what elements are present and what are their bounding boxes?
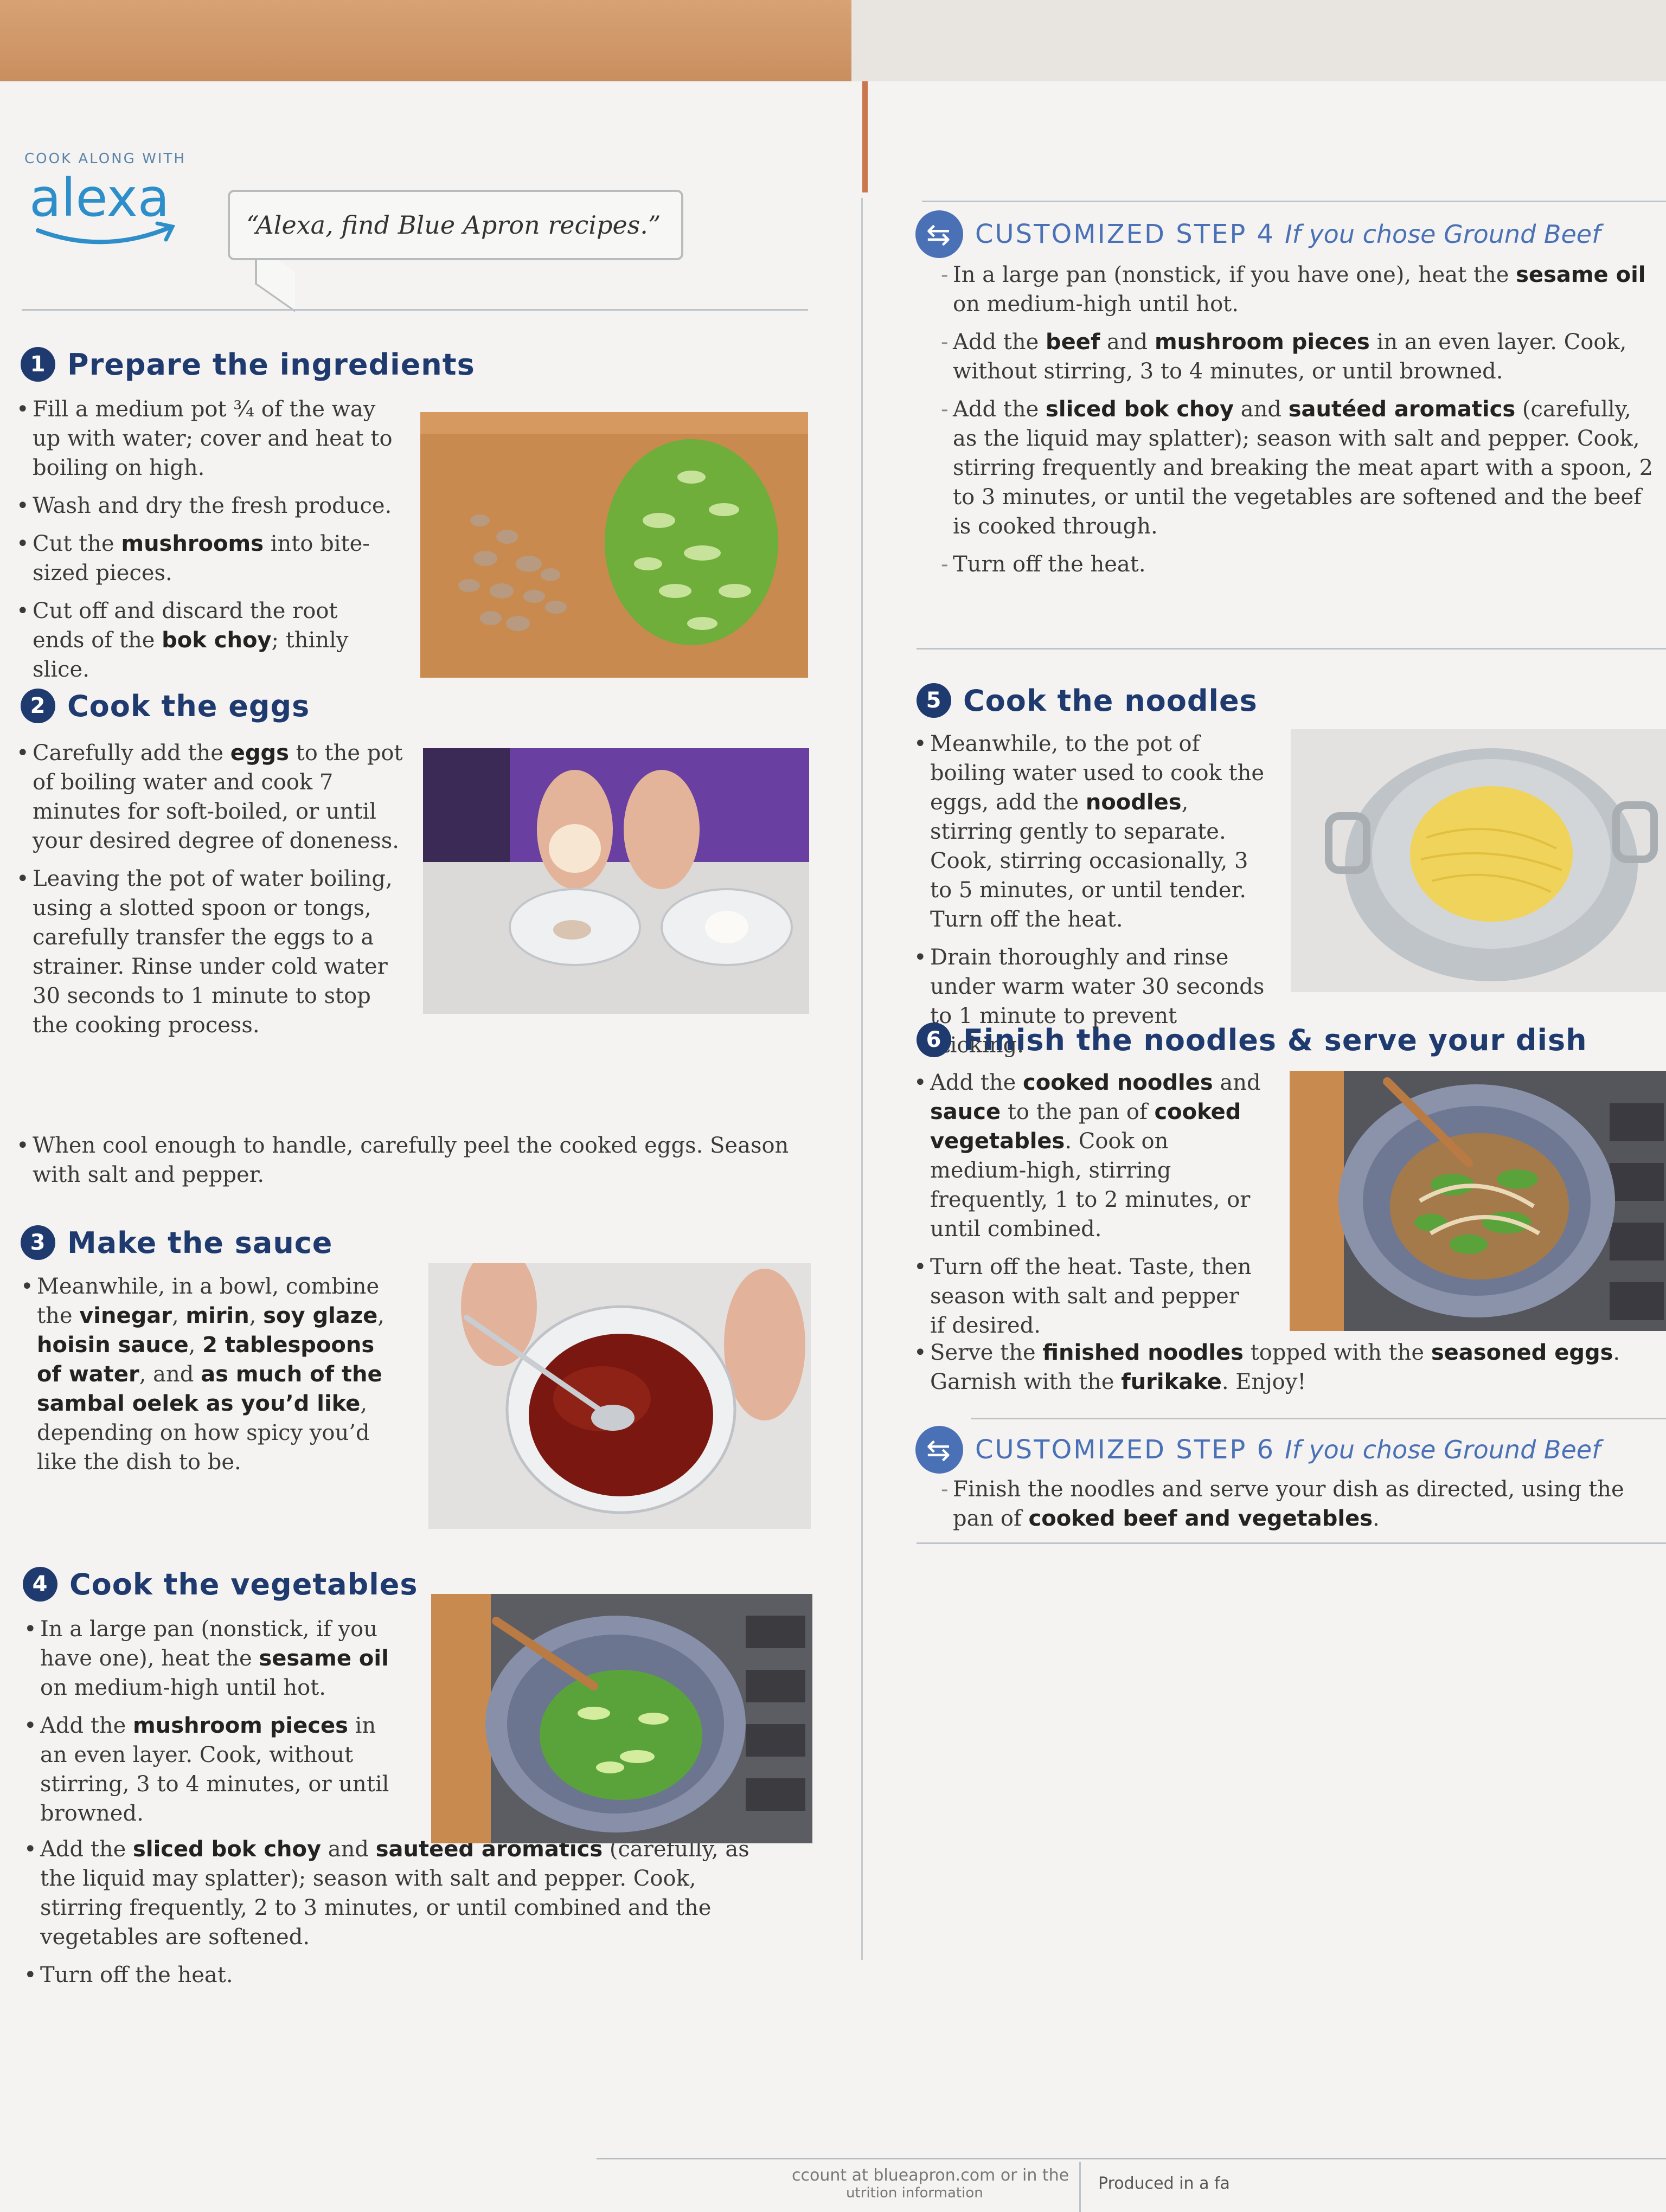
step-5-number: 5 xyxy=(917,683,951,718)
step-4-number: 4 xyxy=(23,1567,57,1602)
step-3-title: Make the sauce xyxy=(67,1225,333,1260)
step-4-text: In a large pan (nonstick, if you have on… xyxy=(24,1615,403,1837)
step-6-heading: 6 Finish the noodles & serve your dish xyxy=(917,1023,1587,1057)
step-5-text: Meanwhile, to the pot of boiling water u… xyxy=(914,729,1272,1069)
step-4-bullet: Add the mushroom pieces in an even layer… xyxy=(24,1711,403,1828)
background-surface xyxy=(851,0,1666,81)
step-4-heading: 4 Cook the vegetables xyxy=(23,1567,418,1602)
step-2-text-wide: When cool enough to handle, carefully pe… xyxy=(16,1131,813,1198)
step-6-bullet: Turn off the heat. Taste, then season wi… xyxy=(914,1252,1261,1340)
step-3-photo-sauce-bowl xyxy=(428,1263,811,1529)
custom-step-6-subtitle: If you chose Ground Beef xyxy=(1285,1435,1601,1464)
card-edge xyxy=(862,81,868,192)
column-divider xyxy=(861,198,863,1960)
step-2-bullet: Carefully add the eggs to the pot of boi… xyxy=(16,738,407,856)
step-6-bullet: Serve the finished noodles topped with t… xyxy=(914,1338,1662,1397)
custom-step-6-heading: ⇆ CUSTOMIZED STEP 6 If you chose Ground … xyxy=(915,1426,1600,1474)
step-1-number: 1 xyxy=(21,347,55,382)
alexa-smile-icon xyxy=(36,226,171,245)
custom-6-bottom-rule xyxy=(917,1542,1666,1544)
step-6-photo-finished-dish xyxy=(1290,1071,1666,1331)
step-2-bullet: When cool enough to handle, carefully pe… xyxy=(16,1131,813,1189)
custom-step-4-title: CUSTOMIZED STEP 4 xyxy=(975,219,1276,249)
step-1-photo-chopped-produce xyxy=(420,412,808,678)
swap-arrows-icon: ⇆ xyxy=(915,210,963,258)
swap-arrows-icon: ⇆ xyxy=(915,1426,963,1474)
step-5-title: Cook the noodles xyxy=(963,683,1258,718)
recipe-card: COOK ALONG WITH alexa “Alexa, find Blue … xyxy=(0,81,1666,2212)
cook-along-label: COOK ALONG WITH xyxy=(24,151,186,167)
custom-6-top-rule xyxy=(971,1418,1666,1419)
step-1-bullet: Cut off and discard the root ends of the… xyxy=(16,596,396,684)
step-6-title: Finish the noodles & serve your dish xyxy=(963,1023,1587,1057)
header-divider xyxy=(22,309,808,311)
custom-4-item: Add the sliced bok choy and sautéed arom… xyxy=(941,395,1657,541)
step-2-photo-peeling-eggs xyxy=(423,748,809,1014)
step-4-bullet: Add the sliced bok choy and sautéed arom… xyxy=(24,1835,783,1952)
voice-prompt-bubble: “Alexa, find Blue Apron recipes.” xyxy=(228,190,683,260)
step-4-text-wide: Add the sliced bok choy and sautéed arom… xyxy=(24,1835,783,1998)
custom-step-4-heading: ⇆ CUSTOMIZED STEP 4 If you chose Ground … xyxy=(915,210,1600,258)
step-1-title: Prepare the ingredients xyxy=(67,347,475,382)
step-4-bullet: In a large pan (nonstick, if you have on… xyxy=(24,1615,403,1702)
step-4-photo-pan-vegetables xyxy=(431,1594,812,1843)
footer-left-line-1: ccount at blueapron.com or in the xyxy=(792,2166,1069,2185)
footer-rule xyxy=(597,2158,1666,2159)
voice-prompt-text: “Alexa, find Blue Apron recipes.” xyxy=(246,210,661,240)
alexa-logo: alexa xyxy=(29,173,176,245)
step-5-photo-noodles-strainer xyxy=(1291,729,1666,992)
footer-divider xyxy=(1079,2162,1081,2212)
step-3-heading: 3 Make the sauce xyxy=(21,1225,332,1260)
step-1-bullet: Fill a medium pot ¾ of the way up with w… xyxy=(16,395,396,483)
step-6-text-wide: Serve the finished noodles topped with t… xyxy=(914,1338,1662,1405)
step-6-text: Add the cooked noodles and sauce to the … xyxy=(914,1068,1261,1349)
custom-4-bottom-rule xyxy=(917,648,1666,650)
step-3-number: 3 xyxy=(21,1225,55,1260)
step-2-title: Cook the eggs xyxy=(67,689,310,723)
step-4-bullet: Turn off the heat. xyxy=(24,1960,783,1990)
custom-6-item: Finish the noodles and serve your dish a… xyxy=(941,1475,1657,1533)
custom-4-top-rule xyxy=(922,201,1666,202)
step-1-bullet: Wash and dry the fresh produce. xyxy=(16,491,396,520)
alexa-wordmark: alexa xyxy=(29,173,170,228)
step-4-title: Cook the vegetables xyxy=(69,1567,418,1602)
step-2-text: Carefully add the eggs to the pot of boi… xyxy=(16,738,407,1049)
step-2-bullet: Leaving the pot of water boiling, using … xyxy=(16,864,407,1040)
step-3-bullet: Meanwhile, in a bowl, combine the vinega… xyxy=(21,1272,400,1477)
step-2-heading: 2 Cook the eggs xyxy=(21,689,310,723)
step-5-bullet: Meanwhile, to the pot of boiling water u… xyxy=(914,729,1272,934)
custom-4-item: In a large pan (nonstick, if you have on… xyxy=(941,260,1657,319)
wooden-tabletop xyxy=(0,0,851,81)
step-6-number: 6 xyxy=(917,1023,951,1057)
step-5-heading: 5 Cook the noodles xyxy=(917,683,1258,718)
custom-4-item: Add the beef and mushroom pieces in an e… xyxy=(941,327,1657,386)
step-1-text: Fill a medium pot ¾ of the way up with w… xyxy=(16,395,396,693)
custom-step-4-subtitle: If you chose Ground Beef xyxy=(1285,220,1601,249)
footer-left-line-2: utrition information xyxy=(846,2185,983,2201)
custom-step-6-text: Finish the noodles and serve your dish a… xyxy=(941,1475,1657,1542)
custom-step-4-text: In a large pan (nonstick, if you have on… xyxy=(941,260,1657,588)
step-6-bullet: Add the cooked noodles and sauce to the … xyxy=(914,1068,1261,1244)
step-2-number: 2 xyxy=(21,689,55,723)
custom-4-item: Turn off the heat. xyxy=(941,550,1657,579)
step-3-text: Meanwhile, in a bowl, combine the vinega… xyxy=(21,1272,400,1486)
footer-right: Produced in a fa xyxy=(1098,2174,1230,2193)
custom-step-6-title: CUSTOMIZED STEP 6 xyxy=(975,1435,1276,1465)
step-1-bullet: Cut the mushrooms into bite-sized pieces… xyxy=(16,529,396,588)
step-1-heading: 1 Prepare the ingredients xyxy=(21,347,475,382)
